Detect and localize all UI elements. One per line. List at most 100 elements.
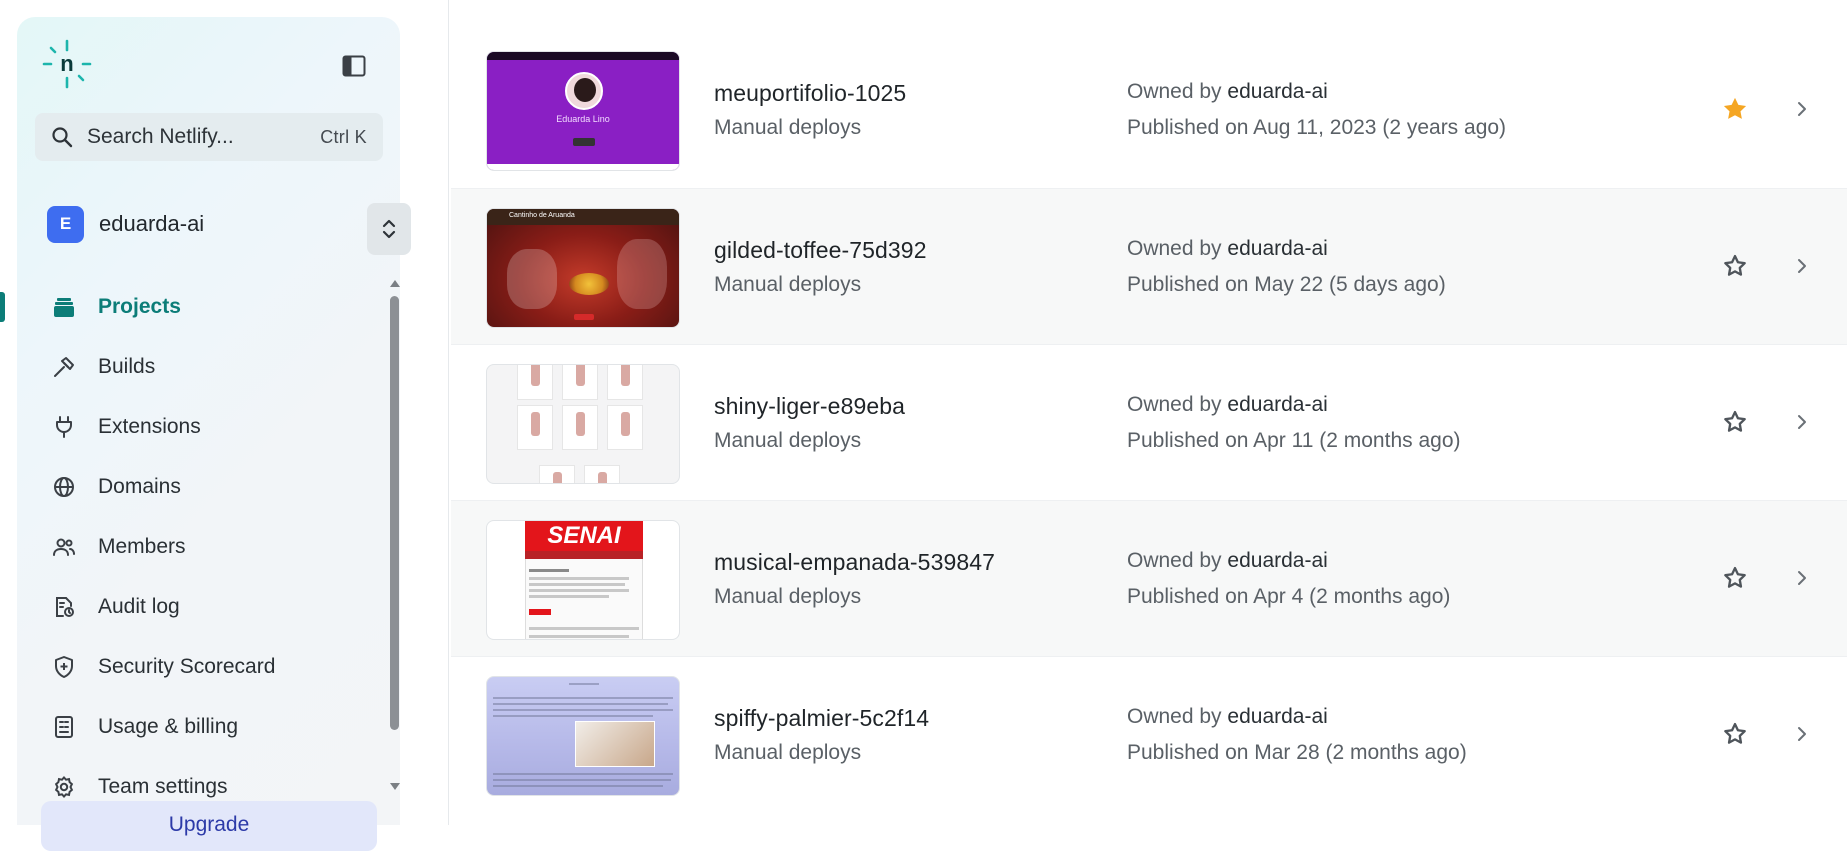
- project-thumbnail[interactable]: [486, 676, 680, 796]
- project-name[interactable]: meuportifolio-1025: [714, 80, 906, 107]
- star-outline-icon: [1724, 722, 1746, 744]
- sidebar-nav: Projects Builds Extensions Domains Membe…: [0, 277, 383, 817]
- search-label: Search Netlify...: [87, 125, 234, 148]
- open-project-button[interactable]: [1792, 412, 1812, 432]
- star-outline-icon: [1724, 566, 1746, 588]
- published-date: Published on Apr 11 (2 months ago): [1127, 429, 1461, 452]
- sidebar-item-label: Audit log: [98, 595, 180, 618]
- projects-list: Eduarda Lino meuportifolio-1025 Manual d…: [451, 32, 1847, 812]
- favorite-star-button[interactable]: [1721, 720, 1749, 748]
- published-date: Published on May 22 (5 days ago): [1127, 273, 1446, 296]
- deploy-type: Manual deploys: [714, 585, 862, 608]
- project-owner: Owned by eduarda-ai: [1127, 393, 1328, 416]
- search-bar[interactable]: Search Netlify... Ctrl K: [35, 113, 383, 161]
- open-project-button[interactable]: [1792, 724, 1812, 744]
- sidebar-item-label: Usage & billing: [98, 715, 239, 738]
- sidebar-item-label: Team settings: [98, 775, 228, 798]
- sidebar-item-domains[interactable]: Domains: [17, 457, 383, 517]
- sidebar: n Search Netlify... Ctrl K E eduarda-ai: [0, 17, 411, 851]
- team-selector[interactable]: E eduarda-ai: [47, 194, 411, 255]
- thumbnail-text: Eduarda Lino: [556, 114, 610, 124]
- project-owner: Owned by eduarda-ai: [1127, 237, 1328, 260]
- project-row[interactable]: Eduarda Lino meuportifolio-1025 Manual d…: [451, 32, 1847, 188]
- thumbnail-text: SENAI: [525, 521, 643, 551]
- upgrade-button[interactable]: Upgrade: [41, 801, 377, 851]
- audit-log-icon: [50, 593, 78, 621]
- search-icon: [52, 127, 73, 148]
- sidebar-divider: [448, 0, 449, 825]
- project-owner: Owned by eduarda-ai: [1127, 549, 1328, 572]
- chevron-right-icon: [1798, 571, 1806, 585]
- globe-icon: [50, 473, 78, 501]
- star-outline-icon: [1724, 254, 1746, 276]
- open-project-button[interactable]: [1792, 568, 1812, 588]
- project-row[interactable]: spiffy-palmier-5c2f14 Manual deploys Own…: [451, 656, 1847, 812]
- project-name[interactable]: spiffy-palmier-5c2f14: [714, 705, 929, 732]
- sidebar-item-label: Members: [98, 535, 186, 558]
- star-filled-icon: [1723, 97, 1747, 119]
- open-project-button[interactable]: [1792, 256, 1812, 276]
- sidebar-toggle-icon: [342, 55, 366, 77]
- open-project-button[interactable]: [1792, 99, 1812, 119]
- sidebar-item-projects[interactable]: Projects: [0, 277, 383, 337]
- favorite-star-button[interactable]: [1721, 564, 1749, 592]
- project-name[interactable]: gilded-toffee-75d392: [714, 237, 927, 264]
- thumbnail-text: Cantinho de Aruanda: [509, 212, 575, 219]
- project-thumbnail[interactable]: SENAI: [486, 520, 680, 640]
- plug-icon: [50, 413, 78, 441]
- sidebar-item-audit-log[interactable]: Audit log: [17, 577, 383, 637]
- team-switch-button[interactable]: [367, 203, 411, 255]
- sidebar-item-security-scorecard[interactable]: Security Scorecard: [17, 637, 383, 697]
- sidebar-item-label: Domains: [98, 475, 181, 498]
- deploy-type: Manual deploys: [714, 429, 862, 452]
- project-thumbnail[interactable]: [486, 364, 680, 484]
- project-name[interactable]: shiny-liger-e89eba: [714, 393, 905, 420]
- scroll-up-arrow-icon[interactable]: [390, 280, 400, 287]
- chevron-right-icon: [1798, 727, 1806, 741]
- layers-icon: [50, 293, 78, 321]
- project-thumbnail[interactable]: Eduarda Lino: [486, 51, 680, 171]
- sidebar-item-label: Builds: [98, 355, 156, 378]
- favorite-star-button[interactable]: [1721, 408, 1749, 436]
- sidebar-item-label: Security Scorecard: [98, 655, 276, 678]
- project-name[interactable]: musical-empanada-539847: [714, 549, 995, 576]
- gear-icon: [50, 773, 78, 801]
- project-row[interactable]: Cantinho de Aruanda gilded-toffee-75d392…: [451, 188, 1847, 344]
- netlify-logo-icon[interactable]: n: [42, 39, 92, 89]
- hammer-icon: [50, 353, 78, 381]
- team-name: eduarda-ai: [99, 211, 205, 236]
- team-avatar: E: [47, 205, 84, 243]
- sidebar-item-members[interactable]: Members: [17, 517, 383, 577]
- scroll-thumb[interactable]: [390, 296, 399, 730]
- favorite-star-button[interactable]: [1721, 252, 1749, 280]
- deploy-type: Manual deploys: [714, 116, 862, 139]
- star-outline-icon: [1724, 410, 1746, 432]
- chevron-right-icon: [1798, 259, 1806, 273]
- deploy-type: Manual deploys: [714, 741, 862, 764]
- sidebar-scrollbar[interactable]: [388, 280, 400, 790]
- chevron-right-icon: [1798, 102, 1806, 116]
- favorite-star-button[interactable]: [1721, 95, 1749, 123]
- sidebar-item-extensions[interactable]: Extensions: [17, 397, 383, 457]
- collapse-sidebar-button[interactable]: [339, 51, 369, 81]
- project-owner: Owned by eduarda-ai: [1127, 705, 1328, 728]
- project-thumbnail[interactable]: Cantinho de Aruanda: [486, 208, 680, 328]
- published-date: Published on Apr 4 (2 months ago): [1127, 585, 1451, 608]
- chevron-right-icon: [1798, 415, 1806, 429]
- project-owner: Owned by eduarda-ai: [1127, 80, 1328, 103]
- project-row[interactable]: SENAI musical-empanada-539847 Manual dep…: [451, 500, 1847, 656]
- search-shortcut: Ctrl K: [320, 126, 367, 147]
- billing-icon: [50, 713, 78, 741]
- project-row[interactable]: shiny-liger-e89eba Manual deploys Owned …: [451, 344, 1847, 500]
- sidebar-item-label: Extensions: [98, 415, 201, 438]
- svg-text:n: n: [60, 51, 73, 76]
- scroll-down-arrow-icon[interactable]: [390, 783, 400, 790]
- sidebar-item-builds[interactable]: Builds: [17, 337, 383, 397]
- deploy-type: Manual deploys: [714, 273, 862, 296]
- users-icon: [50, 533, 78, 561]
- shield-icon: [50, 653, 78, 681]
- sidebar-item-label: Projects: [98, 295, 181, 318]
- chevron-up-down-icon: [382, 219, 396, 239]
- sidebar-item-usage-billing[interactable]: Usage & billing: [17, 697, 383, 757]
- published-date: Published on Mar 28 (2 months ago): [1127, 741, 1467, 764]
